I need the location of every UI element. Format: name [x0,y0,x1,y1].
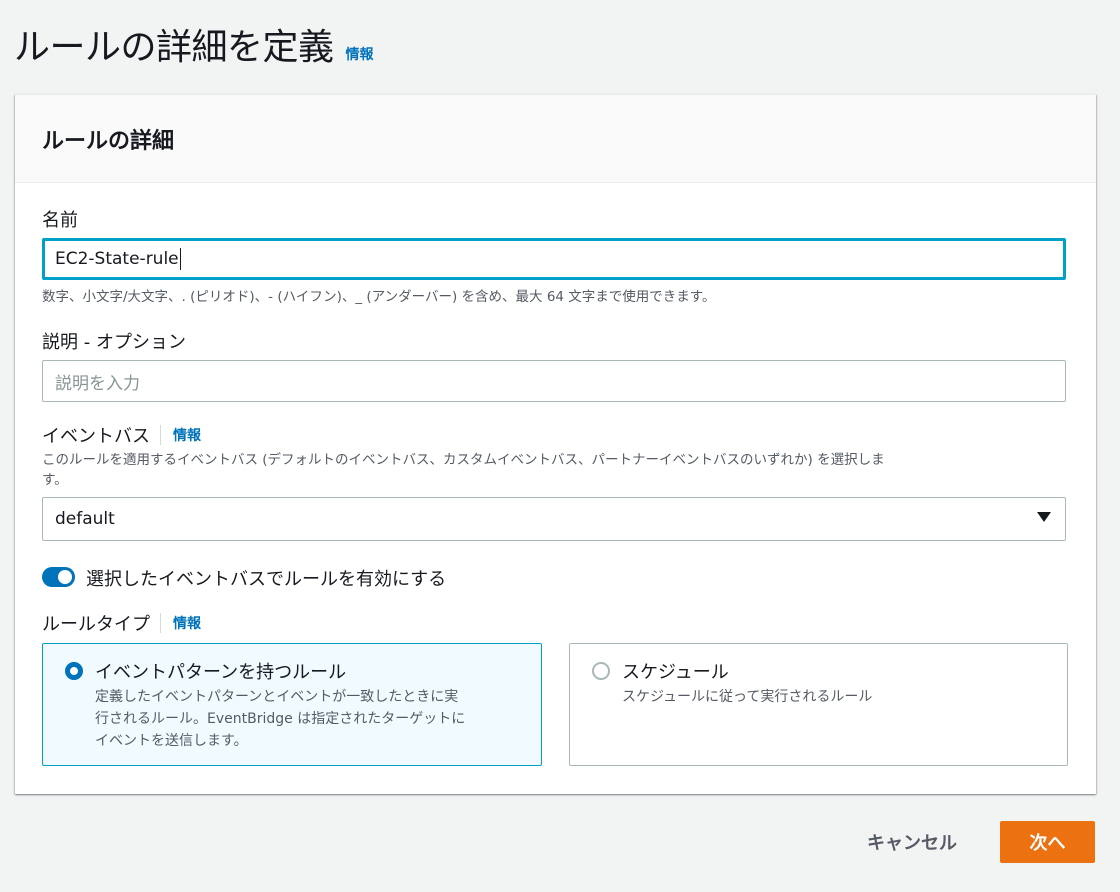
rule-type-option-event-pattern[interactable]: イベントパターンを持つルール 定義したイベントパターンとイベントが一致したときに… [42,643,542,766]
option-title: イベントパターンを持つルール [95,662,347,683]
radio-unchecked-icon[interactable] [592,662,610,680]
radio-checked-icon[interactable] [65,662,83,680]
description-placeholder: 説明を入力 [55,373,140,394]
name-input[interactable]: EC2-State-rule [42,238,1066,280]
description-label: 説明 - オプション [42,332,186,353]
rule-type-label-row: ルールタイプ 情報 [42,610,201,636]
panel-header: ルールの詳細 [15,95,1096,183]
caret-down-icon [1037,512,1051,522]
next-button[interactable]: 次へ [1000,821,1095,863]
rule-type-label: ルールタイプ [42,614,150,635]
name-label: 名前 [42,210,78,231]
option-title: スケジュール [622,662,729,683]
event-bus-select[interactable]: default [42,497,1066,541]
event-bus-label: イベントバス [42,426,150,447]
text-caret [179,248,181,270]
name-input-value: EC2-State-rule [55,249,179,269]
panel-title: ルールの詳細 [42,128,175,154]
toggle-knob [58,570,72,584]
event-bus-selected-value: default [55,509,115,529]
option-desc-line: スケジュールに従って実行されるルール [622,689,873,705]
option-desc-line: イベントを送信します。 [95,733,248,749]
option-description: 定義したイベントパターンとイベントが一致したときに実 行されるルール。Event… [95,686,465,752]
cancel-button[interactable]: キャンセル [852,822,972,862]
name-hint: 数字、小文字/大文字、. (ピリオド)、- (ハイフン)、_ (アンダーバー) … [42,289,716,305]
event-bus-hint-line2: す。 [42,472,68,488]
rule-type-option-schedule[interactable]: スケジュール スケジュールに従って実行されるルール [569,643,1068,766]
page-info-link[interactable]: 情報 [346,44,374,64]
rule-details-panel: ルールの詳細 名前 EC2-State-rule 数字、小文字/大文字、. (ピ… [15,94,1096,794]
page-header: ルールの詳細を定義 情報 [14,18,374,70]
event-bus-hint-line1: このルールを適用するイベントバス (デフォルトのイベントバス、カスタムイベントバ… [42,452,885,468]
option-desc-line: 行されるルール。EventBridge は指定されたターゲットに [95,711,466,727]
page-title: ルールの詳細を定義 [14,27,334,68]
enable-rule-toggle[interactable] [42,567,75,587]
event-bus-label-row: イベントバス 情報 [42,422,201,448]
option-description: スケジュールに従って実行されるルール [622,686,872,708]
rule-type-info-link[interactable]: 情報 [173,613,201,633]
label-divider [160,425,161,445]
label-divider [160,613,161,633]
description-input[interactable]: 説明を入力 [42,360,1066,402]
event-bus-info-link[interactable]: 情報 [173,425,201,445]
enable-rule-toggle-label: 選択したイベントバスでルールを有効にする [86,569,447,590]
option-desc-line: 定義したイベントパターンとイベントが一致したときに実 [95,689,459,705]
